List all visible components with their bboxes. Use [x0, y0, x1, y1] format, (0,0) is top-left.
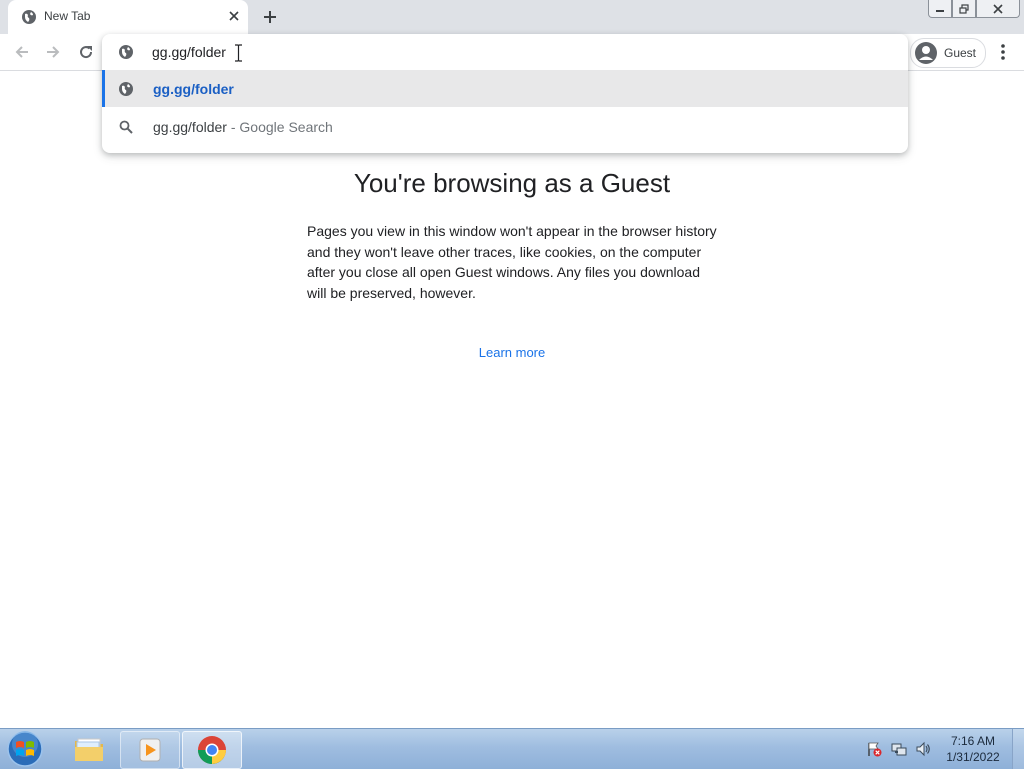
suggestion-separator: - — [226, 119, 240, 135]
taskbar-media-player[interactable] — [120, 731, 180, 769]
arrow-right-icon — [47, 46, 60, 58]
profile-button[interactable]: Guest — [910, 38, 986, 68]
volume-icon[interactable] — [915, 741, 931, 757]
close-icon — [229, 11, 239, 21]
page-title: You're browsing as a Guest — [353, 168, 671, 198]
windows-start-icon[interactable] — [5, 730, 45, 768]
suggestion-text: gg.gg/folder - Google Search — [153, 119, 333, 135]
address-input[interactable] — [152, 42, 852, 62]
omnibox[interactable] — [102, 34, 908, 70]
taskbar: 7:16 AM 1/31/2022 — [0, 728, 1024, 769]
tab-close-button[interactable] — [225, 7, 243, 25]
search-icon — [119, 120, 133, 134]
avatar-icon — [915, 42, 937, 64]
globe-icon — [119, 45, 133, 59]
minimize-icon — [936, 9, 944, 12]
plus-icon — [264, 11, 276, 23]
forward-button[interactable] — [40, 39, 66, 65]
media-player-icon — [139, 738, 161, 762]
suggestion-query: gg.gg/folder — [153, 119, 227, 135]
network-icon[interactable] — [891, 741, 907, 757]
browser-menu-button[interactable] — [992, 40, 1014, 64]
globe-icon — [119, 82, 133, 96]
new-tab-button[interactable] — [258, 5, 282, 29]
page-description: Pages you view in this window won't appe… — [307, 223, 717, 301]
taskbar-file-explorer[interactable] — [60, 731, 118, 767]
learn-more-link[interactable]: Learn more — [0, 345, 1024, 360]
omnibox-dropdown: gg.gg/folder gg.gg/folder - Google Searc… — [102, 34, 908, 153]
taskbar-chrome[interactable] — [182, 731, 242, 769]
folder-icon — [75, 738, 103, 761]
minimize-button[interactable] — [928, 0, 952, 18]
show-desktop-button[interactable] — [1012, 729, 1024, 769]
suggestion-url[interactable]: gg.gg/folder — [102, 70, 908, 107]
chrome-icon — [198, 736, 226, 764]
profile-label: Guest — [944, 46, 977, 60]
suggestion-search[interactable]: gg.gg/folder - Google Search — [102, 108, 908, 145]
tab-strip: New Tab — [0, 0, 1024, 34]
more-vertical-icon — [1001, 44, 1005, 60]
taskbar-clock[interactable]: 7:16 AM 1/31/2022 — [940, 733, 1006, 765]
text-cursor-icon — [235, 44, 242, 62]
clock-date: 1/31/2022 — [946, 750, 1000, 764]
arrow-left-icon — [15, 46, 28, 58]
tab-new-tab[interactable]: New Tab — [8, 0, 248, 34]
suggestion-text: gg.gg/folder — [153, 81, 234, 97]
back-button[interactable] — [9, 39, 35, 65]
restore-button[interactable] — [952, 0, 976, 18]
globe-icon — [22, 10, 36, 24]
clock-time: 7:16 AM — [950, 734, 996, 748]
suggestion-description: Google Search — [239, 119, 333, 135]
window-close-button[interactable] — [976, 0, 1020, 18]
tab-title: New Tab — [44, 9, 91, 23]
restore-icon — [959, 3, 969, 14]
selection-indicator — [102, 70, 105, 107]
close-icon — [993, 3, 1003, 14]
reload-button[interactable] — [73, 39, 99, 65]
action-center-flag-icon[interactable] — [866, 741, 882, 757]
reload-icon — [80, 46, 93, 59]
